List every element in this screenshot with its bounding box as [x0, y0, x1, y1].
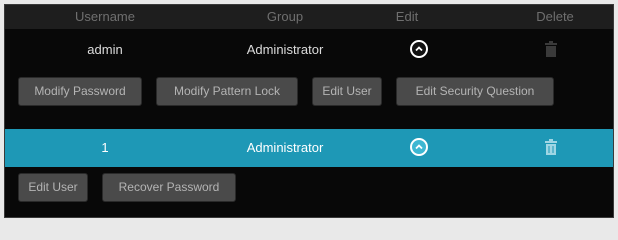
trash-icon[interactable]: [544, 139, 558, 155]
table-header: Username Group Edit Delete: [5, 5, 613, 29]
trash-icon: [545, 41, 557, 57]
column-header-edit: Edit: [395, 9, 419, 24]
table-row-admin[interactable]: admin Administrator: [5, 33, 613, 67]
edit-user-button[interactable]: Edit User: [312, 77, 382, 106]
username-cell: admin: [87, 42, 123, 57]
recover-password-button[interactable]: Recover Password: [102, 173, 236, 202]
table-row-user-1[interactable]: 1 Administrator: [5, 129, 613, 167]
column-header-group: Group: [266, 9, 304, 24]
username-cell: 1: [101, 140, 109, 155]
column-header-username: Username: [75, 9, 135, 24]
edit-security-question-button[interactable]: Edit Security Question: [396, 77, 554, 106]
user-list-panel: Username Group Edit Delete admin Adminis…: [4, 4, 614, 218]
chevron-up-circle-icon[interactable]: [410, 40, 428, 58]
group-cell: Administrator: [246, 42, 324, 57]
chevron-up-circle-icon[interactable]: [410, 138, 428, 156]
modify-pattern-lock-button[interactable]: Modify Pattern Lock: [156, 77, 298, 106]
group-cell: Administrator: [246, 140, 324, 155]
modify-password-button[interactable]: Modify Password: [18, 77, 142, 106]
column-header-delete: Delete: [536, 9, 574, 24]
edit-user-button[interactable]: Edit User: [18, 173, 88, 202]
